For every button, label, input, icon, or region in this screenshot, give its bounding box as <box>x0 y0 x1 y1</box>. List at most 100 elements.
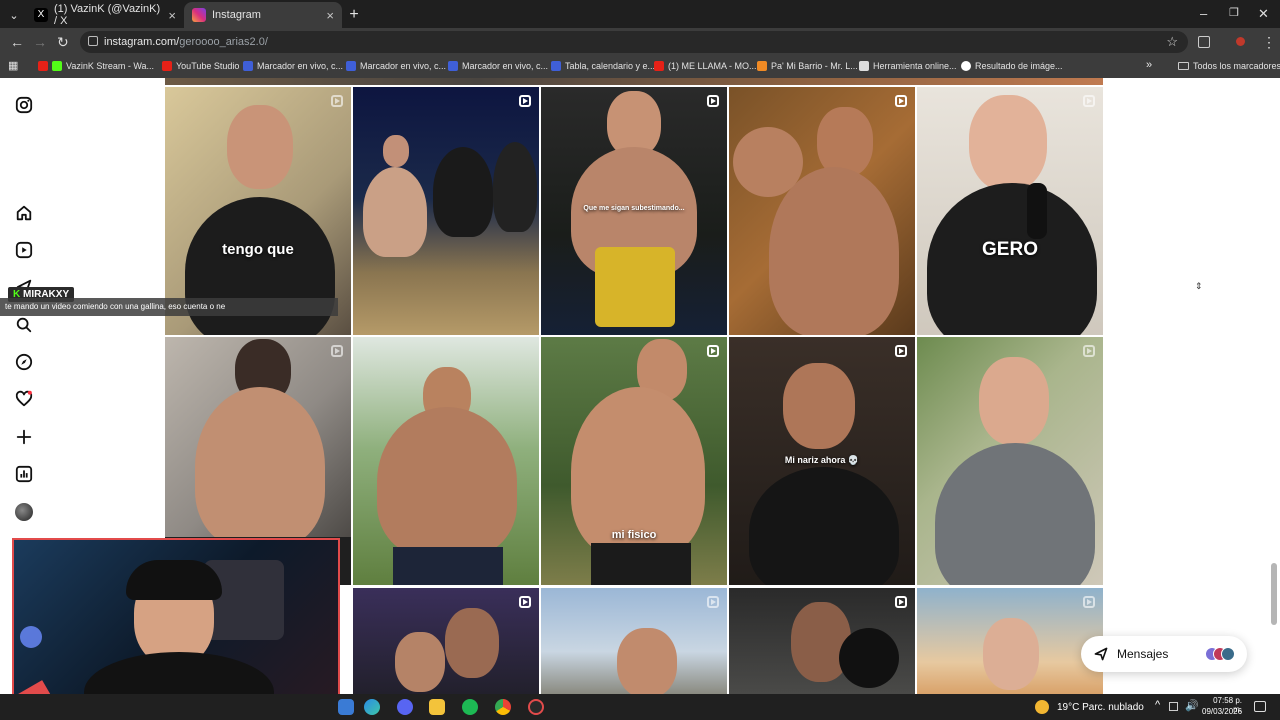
page-scrollbar[interactable] <box>1271 563 1277 625</box>
notifications-heart-icon[interactable] <box>15 390 33 408</box>
tab-x[interactable]: X (1) VazinK (@VazinK) / X × <box>26 2 184 28</box>
thumbnail-caption: Que me sigan subestimando... <box>583 205 685 212</box>
tab-instagram[interactable]: Instagram × <box>184 2 342 28</box>
explore-icon[interactable] <box>15 353 33 371</box>
more-bookmarks-button[interactable]: » <box>1146 59 1152 71</box>
close-tab-button[interactable]: × <box>326 8 334 23</box>
app-icon[interactable] <box>338 699 354 715</box>
reel-thumbnail[interactable]: GERO <box>917 87 1103 335</box>
shorts <box>591 543 691 585</box>
dashboard-icon[interactable] <box>15 465 33 483</box>
chevron-up-icon[interactable]: ^ <box>1155 699 1160 711</box>
network-icon[interactable] <box>1169 702 1178 711</box>
bookmark-item[interactable]: Marcador en vivo, c... <box>243 61 343 71</box>
tab-list-button[interactable]: ⌄ <box>4 2 24 28</box>
reel-thumbnail[interactable] <box>917 337 1103 585</box>
bookmark-item[interactable]: VazinK Stream - Wa... <box>38 61 154 71</box>
youtube-icon <box>654 61 664 71</box>
site-info-icon[interactable] <box>88 36 98 46</box>
person-figure <box>979 357 1049 445</box>
reel-icon <box>331 95 343 107</box>
reel-thumbnail[interactable] <box>541 588 727 694</box>
bookmark-label: Herramienta online... <box>873 61 957 71</box>
reel-thumbnail[interactable]: mi fisico <box>541 337 727 585</box>
profile-avatar[interactable] <box>15 503 33 521</box>
table-icon <box>551 61 561 71</box>
address-bar[interactable]: instagram.com/ geroooo_arias2.0/ ☆ <box>80 31 1188 53</box>
messages-label: Mensajes <box>1117 647 1169 661</box>
all-bookmarks-folder[interactable]: Todos los marcadores <box>1178 61 1280 71</box>
person-figure <box>227 105 293 189</box>
reel-thumbnail[interactable] <box>917 588 1103 694</box>
chat-overlay-message: te mando un video comiendo con una galli… <box>0 298 338 316</box>
reel-thumbnail[interactable]: Que me sigan subestimando... <box>541 87 727 335</box>
edge-icon[interactable] <box>364 699 380 715</box>
chrome-icon[interactable] <box>495 699 511 715</box>
bookmark-label: Todos los marcadores <box>1193 61 1280 71</box>
notifications-icon[interactable] <box>1254 701 1266 712</box>
reel-thumbnail[interactable] <box>353 337 539 585</box>
close-tab-button[interactable]: × <box>168 8 176 23</box>
obs-icon[interactable] <box>528 699 544 715</box>
close-window-button[interactable]: ✕ <box>1258 6 1269 22</box>
music-icon <box>757 61 767 71</box>
bookmark-item[interactable]: Pa' Mi Barrio - Mr. L... <box>757 61 858 71</box>
messages-button[interactable]: Mensajes <box>1081 636 1247 672</box>
address-host: instagram.com/ <box>104 36 180 48</box>
volume-icon[interactable]: 🔊 <box>1185 699 1199 712</box>
scores-icon <box>243 61 253 71</box>
reel-icon <box>895 95 907 107</box>
person-figure <box>749 467 899 585</box>
apps-grid-icon[interactable]: ▦ <box>8 59 18 72</box>
bookmark-item[interactable]: Marcador en vivo, c... <box>346 61 446 71</box>
bookmark-item[interactable]: Resultado de imáge... <box>961 61 1063 71</box>
bookmark-label: YouTube Studio <box>176 61 240 71</box>
reels-icon[interactable] <box>15 241 33 259</box>
send-icon <box>1094 647 1108 661</box>
microphone <box>1027 183 1047 239</box>
menu-dots-icon[interactable]: ⋮ <box>1262 34 1276 51</box>
discord-icon[interactable] <box>397 699 413 715</box>
clock-date[interactable]: 09/03/2026 <box>1202 707 1242 716</box>
person-figure <box>433 147 493 237</box>
extensions-icon[interactable] <box>1198 36 1210 48</box>
forward-icon[interactable]: → <box>33 34 47 50</box>
reload-icon[interactable]: ↻ <box>57 34 69 51</box>
search-icon[interactable] <box>15 316 33 334</box>
reel-thumbnail[interactable] <box>353 588 539 694</box>
thumbnail-caption: Mi nariz ahora 💀 <box>784 455 860 465</box>
reel-thumbnail[interactable] <box>729 87 915 335</box>
kick-icon <box>52 61 62 71</box>
bookmarks-bar: ▦ VazinK Stream - Wa... YouTube Studio M… <box>0 56 1280 78</box>
reel-thumbnail[interactable] <box>353 87 539 335</box>
bookmark-item[interactable]: Herramienta online... <box>859 61 957 71</box>
bookmark-item[interactable]: Marcador en vivo, c... <box>448 61 548 71</box>
profile-icon[interactable] <box>1236 37 1245 46</box>
file-explorer-icon[interactable] <box>429 699 445 715</box>
instagram-logo-icon[interactable] <box>15 96 33 114</box>
spotify-icon[interactable] <box>462 699 478 715</box>
new-tab-button[interactable]: + <box>344 2 364 28</box>
shorts <box>595 247 675 327</box>
reel-thumbnail[interactable] <box>729 588 915 694</box>
restore-button[interactable]: ❐ <box>1229 6 1239 19</box>
bookmark-item[interactable]: YouTube Studio <box>162 61 239 71</box>
reel-thumbnail[interactable]: Mi nariz ahora 💀 <box>729 337 915 585</box>
bookmark-item[interactable]: (1) ME LLAMA - MO... <box>654 61 757 71</box>
back-icon[interactable]: ← <box>10 34 24 50</box>
scroll-cursor-icon: ⇕ <box>1195 281 1203 291</box>
google-icon <box>961 61 971 71</box>
reel-icon <box>519 596 531 608</box>
home-icon[interactable] <box>15 204 33 222</box>
create-plus-icon[interactable] <box>15 428 33 446</box>
streamer-webcam <box>12 538 340 712</box>
person-figure <box>383 135 409 167</box>
minimize-button[interactable]: – <box>1200 6 1207 21</box>
bookmark-item[interactable]: Tabla, calendario y e... <box>551 61 655 71</box>
person-figure <box>445 608 499 678</box>
bookmark-star-icon[interactable]: ☆ <box>1166 34 1178 50</box>
person-figure <box>377 407 517 557</box>
person-figure <box>783 363 855 449</box>
person-figure <box>969 95 1047 191</box>
bookmark-label: VazinK Stream - Wa... <box>66 61 155 71</box>
